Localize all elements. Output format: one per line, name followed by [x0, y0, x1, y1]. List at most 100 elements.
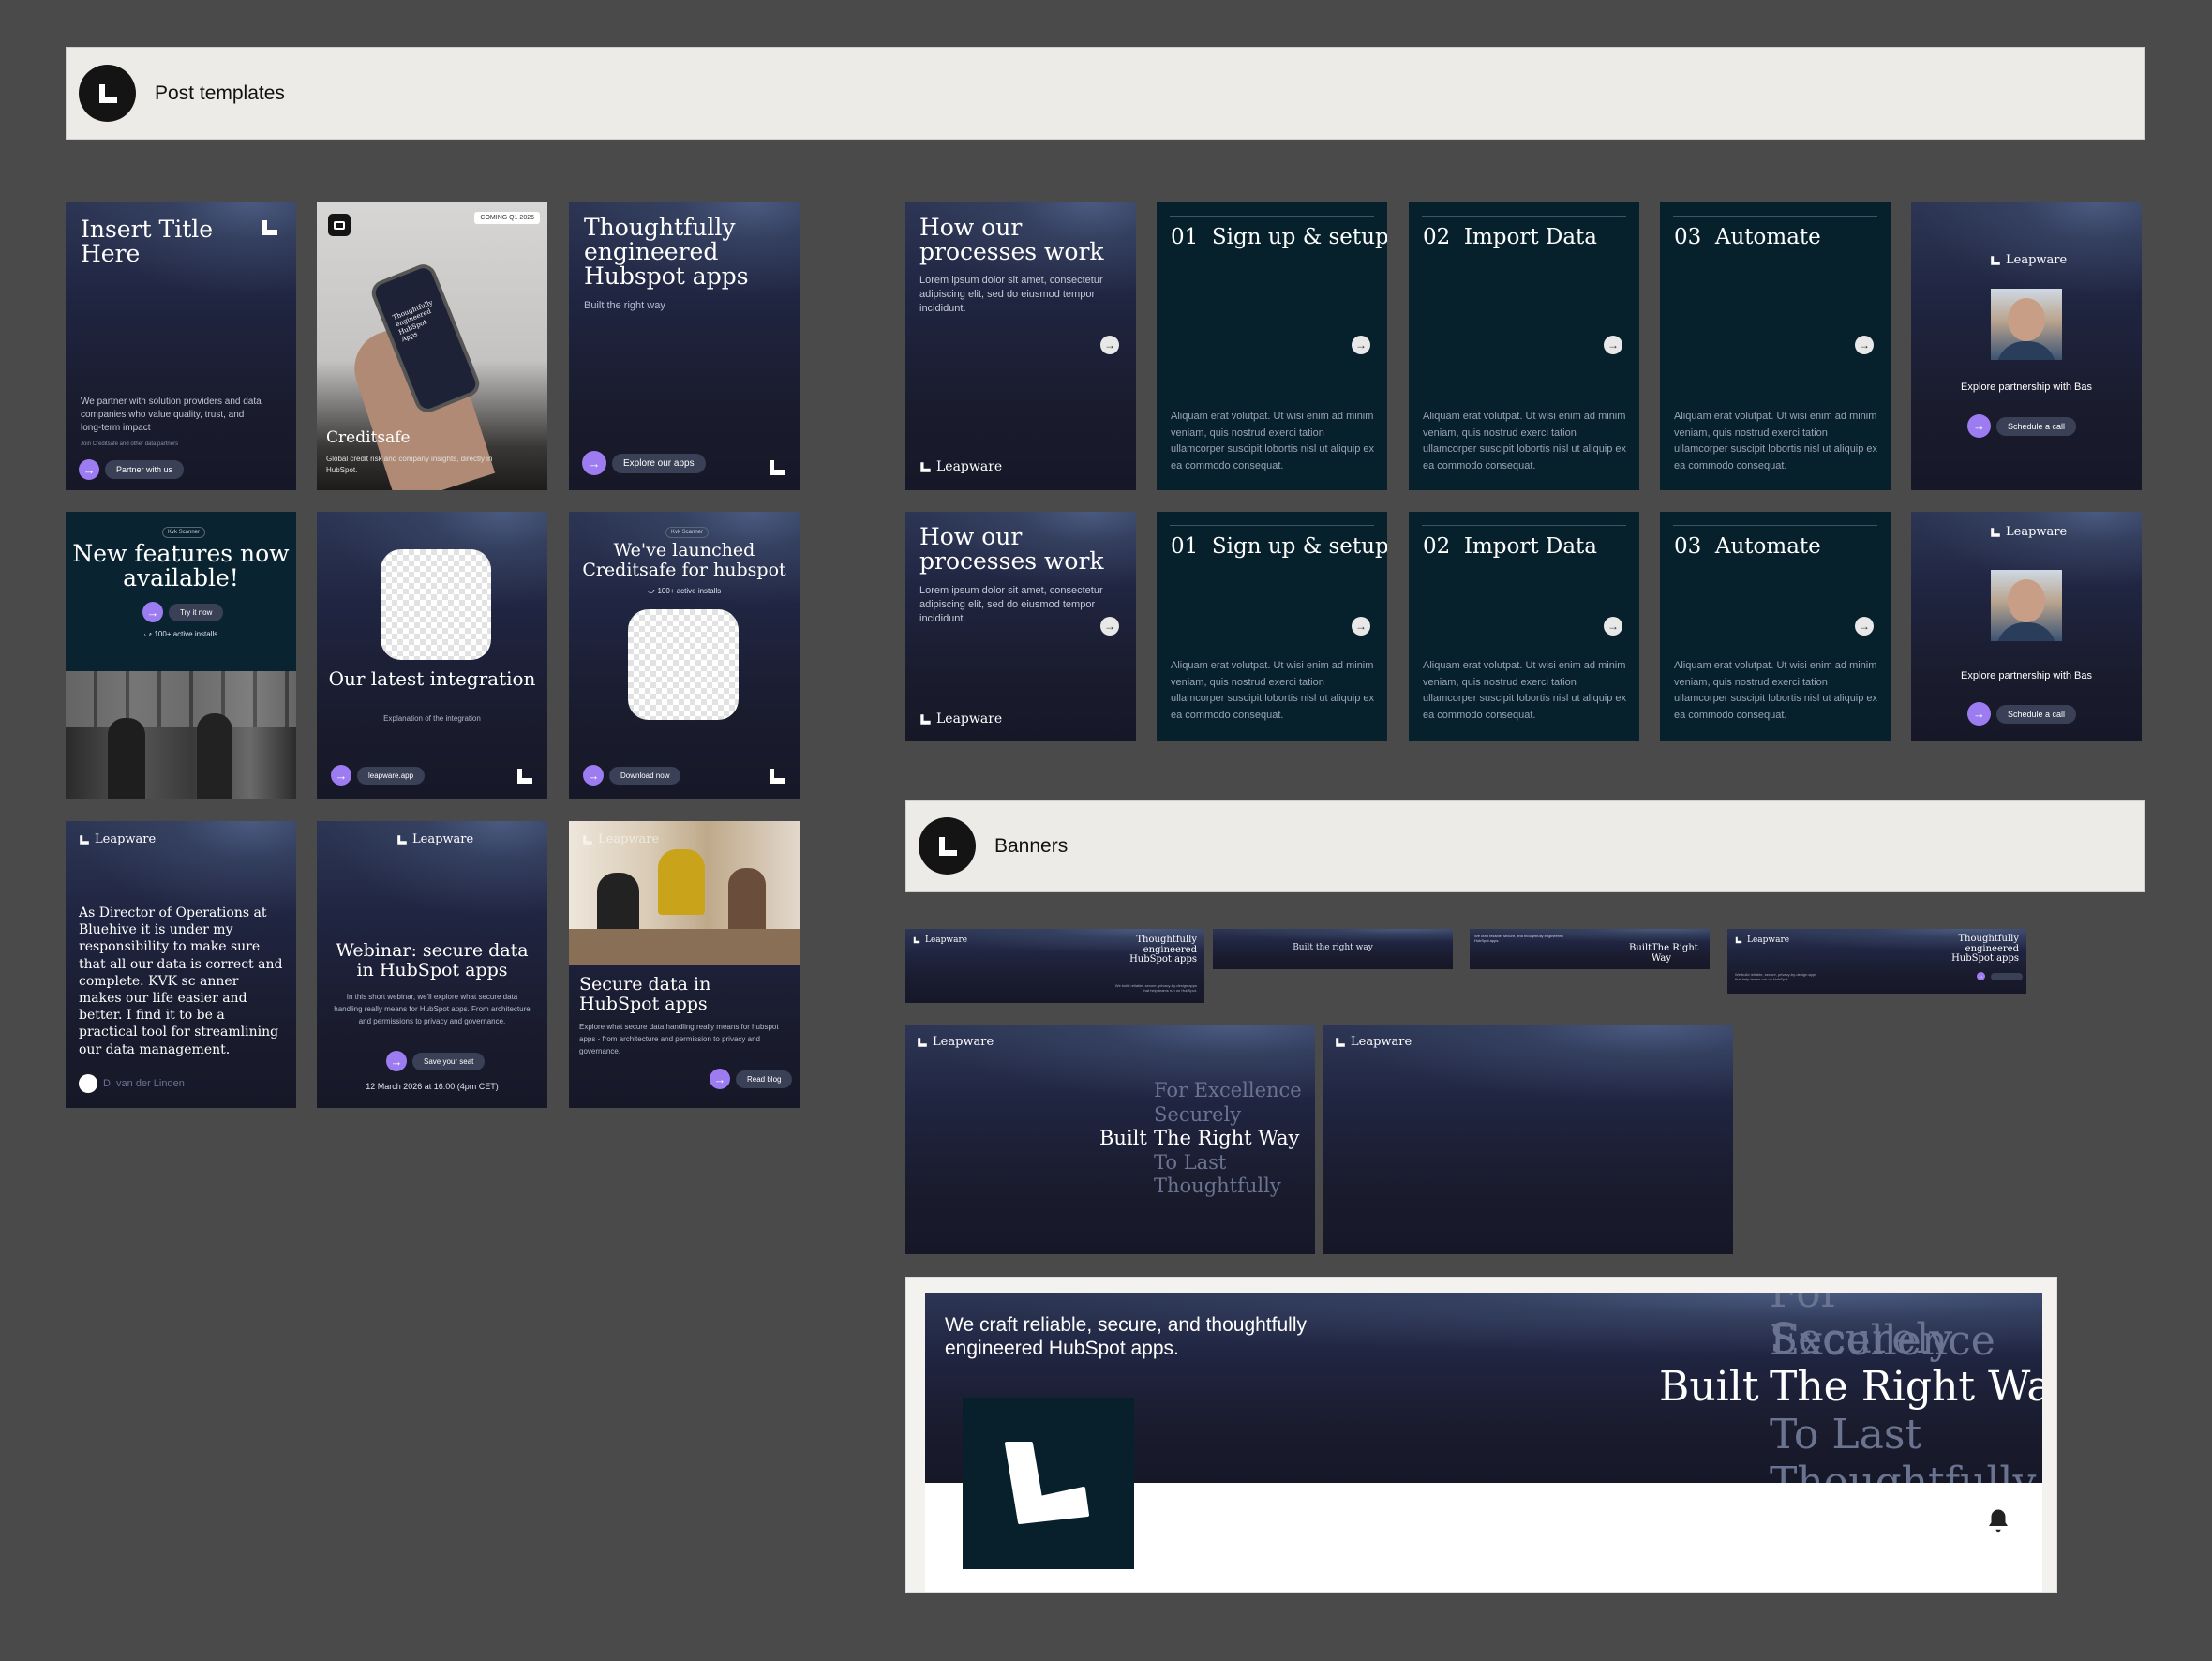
- leapware-logo-icon: [1735, 936, 1742, 944]
- process-step-card[interactable]: 02 Import Data → Aliquam erat volutpat. …: [1409, 202, 1639, 490]
- partner-card[interactable]: Leapware Explore partnership with Bas → …: [1911, 202, 2142, 490]
- post-title: New features now available!: [72, 540, 290, 592]
- arrow-right-icon: →: [583, 765, 604, 786]
- banner-small-2[interactable]: Built the right way: [1213, 929, 1453, 969]
- banner-small-3[interactable]: We craft reliable, secure, and thoughtfu…: [1470, 929, 1710, 969]
- arrow-right-icon[interactable]: →: [1352, 617, 1370, 636]
- rotating-word: For Excellence: [1154, 1079, 1302, 1101]
- banner-medium-1[interactable]: Leapware For Excellence Securely Built T…: [905, 1025, 1315, 1254]
- post-body: In this short webinar, we'll explore wha…: [334, 993, 531, 1025]
- banner-body: We build reliable, secure, privacy-by-de…: [1735, 972, 1817, 981]
- step-body: Aliquam erat volutpat. Ut wisi enim ad m…: [1423, 660, 1627, 721]
- post-card-webinar[interactable]: Leapware Webinar: secure data in HubSpot…: [317, 821, 547, 1108]
- step-label: 02 Import Data: [1423, 534, 1598, 559]
- profile-avatar: [963, 1398, 1134, 1569]
- post-title: Creditsafe: [326, 428, 411, 447]
- step-body: Aliquam erat volutpat. Ut wisi enim ad m…: [1674, 411, 1878, 471]
- partner-button[interactable]: → Partner with us: [79, 459, 185, 480]
- post-title: Our latest integration: [328, 667, 536, 690]
- read-blog-button[interactable]: → Read blog: [710, 1069, 793, 1089]
- rotating-word: Securely: [1154, 1103, 1242, 1126]
- post-card-latest-integration[interactable]: Our latest integration Explanation of th…: [317, 512, 547, 799]
- rotating-word: To Last: [1770, 1411, 1922, 1459]
- process-intro-card[interactable]: How our processes work Lorem ipsum dolor…: [905, 202, 1136, 490]
- leapware-app-button[interactable]: → leapware.app: [331, 765, 426, 786]
- process-step-card[interactable]: 01 Sign up & setup → Aliquam erat volutp…: [1157, 512, 1387, 741]
- banner-cta[interactable]: →: [1977, 972, 2023, 980]
- cursor-icon: ⤻: [143, 630, 155, 638]
- rotating-word: Thoughtfully: [1154, 1175, 1281, 1197]
- leapware-logo-icon: [80, 834, 89, 845]
- banner-medium-2[interactable]: Leapware: [1323, 1025, 1733, 1254]
- post-card-thoughtfully[interactable]: Thoughtfully engineered Hubspot apps Bui…: [569, 202, 800, 490]
- post-card-testimonial[interactable]: Leapware As Director of Operations at Bl…: [66, 821, 296, 1108]
- post-card-secure-data[interactable]: Leapware Secure data in HubSpot apps Exp…: [569, 821, 800, 1108]
- leapware-logo-icon: [1004, 1441, 1089, 1524]
- post-card-insert-title[interactable]: Insert Title Here We partner with soluti…: [66, 202, 296, 490]
- arrow-right-icon: →: [582, 451, 606, 475]
- partner-card[interactable]: Leapware Explore partnership with Bas → …: [1911, 512, 2142, 741]
- arrow-right-icon[interactable]: →: [1604, 617, 1622, 636]
- post-card-launched-creditsafe[interactable]: Kvk Scanner We've launched Creditsafe fo…: [569, 512, 800, 799]
- process-lorem: Lorem ipsum dolor sit amet, consectetur …: [919, 275, 1103, 314]
- banner-small-1[interactable]: Leapware Thoughtfully engineered HubSpot…: [905, 929, 1204, 1003]
- testimonial-quote: As Director of Operations at Bluehive it…: [79, 905, 283, 1057]
- arrow-right-icon: →: [331, 765, 351, 786]
- leapware-logo-icon: [517, 769, 532, 784]
- banner-title: Thoughtfully engineered HubSpot apps: [1129, 935, 1197, 965]
- arrow-right-icon[interactable]: →: [1855, 617, 1874, 636]
- banner-small-4[interactable]: Leapware Thoughtfully engineered HubSpot…: [1727, 929, 2026, 994]
- profile-banner-preview: We craft reliable, secure, and thoughtfu…: [905, 1277, 2057, 1593]
- post-card-creditsafe[interactable]: COMING Q1 2026 Thoughtfully engineered H…: [317, 202, 547, 490]
- built-text: Built: [1099, 1127, 1147, 1149]
- arrow-right-icon[interactable]: →: [1100, 617, 1119, 636]
- brand-logo: Leapware: [582, 832, 659, 846]
- process-step-card[interactable]: 03 Automate → Aliquam erat volutpat. Ut …: [1660, 512, 1891, 741]
- arrow-right-icon: →: [710, 1069, 730, 1089]
- brand-logo: Leapware: [919, 459, 1002, 474]
- post-card-new-features[interactable]: Kvk Scanner New features now available! …: [66, 512, 296, 799]
- author-row: D. van der Linden: [79, 1074, 185, 1093]
- divider: [1673, 216, 1877, 217]
- post-sub: Explanation of the integration: [383, 714, 481, 723]
- arrow-right-icon: →: [79, 459, 99, 480]
- post-title: We've launched Creditsafe for hubspot: [582, 540, 786, 580]
- step-label: 02 Import Data: [1423, 225, 1598, 249]
- rotating-word: To Last: [1154, 1151, 1227, 1174]
- leapware-logo-icon: [79, 65, 136, 122]
- schedule-call-button[interactable]: → Schedule a call: [1967, 702, 2077, 726]
- process-intro-card[interactable]: How our processes work Lorem ipsum dolor…: [905, 512, 1136, 741]
- arrow-right-icon[interactable]: →: [1855, 336, 1874, 354]
- built-text: Built: [1629, 943, 1652, 953]
- app-placeholder: [628, 609, 739, 720]
- brand-logo: Leapware: [1990, 525, 2067, 539]
- download-button[interactable]: → Download now: [583, 765, 681, 786]
- try-it-button[interactable]: → Try it now: [142, 602, 224, 622]
- right-way-text: The Right Way: [1652, 943, 1698, 964]
- process-lorem: Lorem ipsum dolor sit amet, consectetur …: [919, 585, 1103, 624]
- banner-title: Thoughtfully engineered HubSpot apps: [1951, 934, 2019, 964]
- explore-apps-button[interactable]: → Explore our apps: [582, 451, 706, 475]
- webinar-date: 12 March 2026 at 16:00 (4pm CET): [366, 1082, 499, 1091]
- brand-logo: Leapware: [917, 1035, 994, 1049]
- save-seat-button[interactable]: → Save your seat: [386, 1051, 486, 1071]
- process-step-card[interactable]: 01 Sign up & setup → Aliquam erat volutp…: [1157, 202, 1387, 490]
- arrow-right-icon[interactable]: →: [1100, 336, 1119, 354]
- rotating-word-active: The Right Way: [1770, 1363, 2042, 1411]
- schedule-call-button[interactable]: → Schedule a call: [1967, 414, 2077, 438]
- process-title: How our processes work: [919, 214, 1104, 265]
- arrow-right-icon: →: [1967, 414, 1991, 438]
- office-photo: [66, 671, 296, 799]
- divider: [1422, 216, 1626, 217]
- installs-text: ⤻ 100+ active installs: [143, 630, 218, 638]
- process-step-card[interactable]: 03 Automate → Aliquam erat volutpat. Ut …: [1660, 202, 1891, 490]
- integration-placeholder: [381, 549, 491, 660]
- step-label: 03 Automate: [1674, 225, 1821, 249]
- rotating-word: Securely: [1770, 1315, 1953, 1363]
- bell-icon[interactable]: [1984, 1507, 2012, 1540]
- divider: [1422, 525, 1626, 526]
- process-step-card[interactable]: 02 Import Data → Aliquam erat volutpat. …: [1409, 512, 1639, 741]
- leapware-logo-icon: [770, 769, 785, 784]
- arrow-right-icon[interactable]: →: [1604, 336, 1622, 354]
- arrow-right-icon[interactable]: →: [1352, 336, 1370, 354]
